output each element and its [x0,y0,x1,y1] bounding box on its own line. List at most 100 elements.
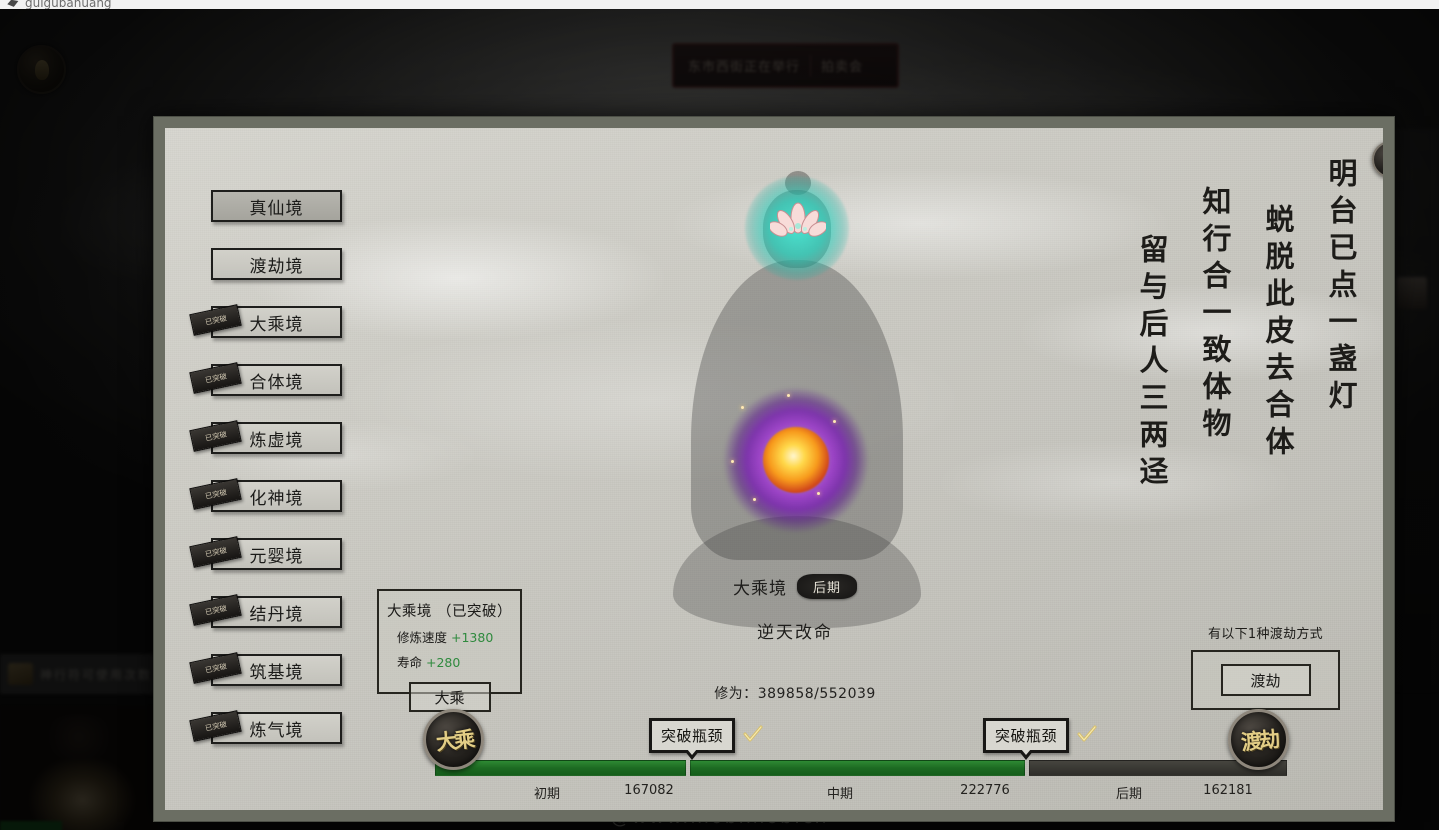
realm-breakthrough-badge: 已突破 [189,420,242,452]
check-icon [1077,725,1097,742]
calligraphy-line-2: 蜕脱此皮去合体 [1261,204,1295,463]
realm-item-dacheng[interactable]: 已突破 大乘境 [189,304,342,338]
realm-item-label: 大乘境 [249,314,304,335]
stage-label-middle: 中期 [826,787,854,802]
check-icon [743,725,763,742]
realm-breakthrough-badge: 已突破 [189,362,242,394]
realm-breakthrough-badge: 已突破 [189,478,242,510]
stage-label-early: 初期 [533,787,561,802]
realm-badge-label: 已突破 [203,661,228,675]
progress-segment-middle [690,760,1025,776]
dantian-spark [753,498,756,501]
close-button[interactable] [1372,141,1383,178]
realm-breakthrough-badge: 已突破 [189,536,242,568]
dantian-spark [731,460,734,463]
realm-badge-label: 已突破 [203,429,228,443]
realm-info-card: 大乘境 （已突破） 修炼速度 +1380 寿命 +280 大乘 [377,589,522,712]
realm-item-label: 渡劫境 [249,256,304,277]
realm-item-zhuji[interactable]: 已突破 筑基境 [189,652,342,686]
screen-root: guigubahuang 东市西街正在举行 拍卖会 神行符可使用次数 @www.… [0,0,1439,830]
realm-item-yuanying[interactable]: 已突破 元婴境 [189,536,342,570]
dacheng-coin-label: 大乘 [434,725,473,755]
calligraphy-line-4: 留与后人三两迳 [1135,234,1169,493]
dantian-spark [741,406,744,409]
stage-label-late: 后期 [1115,787,1143,802]
dantian-spark [817,492,820,495]
dujie-coin-button[interactable]: 渡劫 [1228,709,1289,770]
dujie-coin-label: 渡劫 [1239,725,1278,755]
realm-item-label: 真仙境 [249,198,304,219]
realm-action-button[interactable]: 大乘 [408,682,491,712]
realm-item-label: 筑基境 [249,662,304,683]
realm-list: 真仙境 渡劫境 已突破 大乘境 已突破 合体境 已突破 炼虚境 已突破 化神境 … [189,190,372,770]
fate-title: 逆天改命 [757,623,833,643]
lifespan-value: +280 [426,655,461,670]
cultivation-speed-row: 修炼速度 +1380 [379,627,520,646]
dantian-spark [833,420,836,423]
breakthrough-button-2[interactable]: 突破瓶颈 [983,718,1070,753]
breakthrough-button-1[interactable]: 突破瓶颈 [649,718,736,753]
realm-item-label: 炼气境 [249,720,304,741]
realm-item-heti[interactable]: 已突破 合体境 [189,362,342,396]
calligraphy-line-1: 明台已点一盏灯 [1324,158,1358,417]
tribulation-heading: 有以下1种渡劫方式 [1208,627,1323,642]
breakthrough-callout-1: 突破瓶颈 [649,718,763,753]
realm-breakthrough-badge: 已突破 [189,652,242,684]
cultivation-label: 修为： [714,686,758,702]
tribulation-section: 有以下1种渡劫方式 渡劫 [1178,623,1353,710]
realm-badge-label: 已突破 [203,545,228,559]
lotus-icon [770,202,826,237]
realm-badge-label: 已突破 [203,603,228,617]
realm-item-label: 结丹境 [249,604,304,625]
current-realm-name: 大乘境 [732,579,787,599]
realm-progress-bar[interactable] [435,760,1287,776]
figure-head [763,190,831,268]
window-title: guigubahuang [25,0,112,9]
lotus-glow [745,176,849,280]
realm-item-label: 炼虚境 [249,430,304,451]
lifespan-label: 寿命 [397,655,423,670]
window-titlebar: guigubahuang [0,0,1439,9]
realm-modal: 真仙境 渡劫境 已突破 大乘境 已突破 合体境 已突破 炼虚境 已突破 化神境 … [153,116,1395,822]
figure-body [691,260,903,560]
dantian-spark [787,394,790,397]
breakthrough-callout-2: 突破瓶颈 [983,718,1097,753]
realm-modal-paper: 真仙境 渡劫境 已突破 大乘境 已突破 合体境 已突破 炼虚境 已突破 化神境 … [165,128,1383,810]
progress-bar-labels: 初期 167082 中期 222776 后期 162181 [435,783,1287,805]
realm-item-lianqi[interactable]: 已突破 炼气境 [189,710,342,744]
lifespan-row: 寿命 +280 [379,652,520,671]
app-icon [7,0,19,7]
tribulation-button[interactable]: 渡劫 [1220,664,1311,696]
figure-hair-bun [785,171,811,195]
realm-item-lianxu[interactable]: 已突破 炼虚境 [189,420,342,454]
cultivation-progress-text: 修为：389858/552039 [665,683,925,703]
cultivator-figure [645,148,945,648]
cultivation-value: 389858/552039 [757,686,876,702]
realm-status: 大乘境 后期 逆天改命 [665,574,925,643]
realm-badge-label: 已突破 [203,719,228,733]
realm-item-zhenxian[interactable]: 真仙境 [211,190,342,222]
realm-item-huashen[interactable]: 已突破 化神境 [189,478,342,512]
realm-badge-label: 已突破 [203,313,228,327]
realm-badge-label: 已突破 [203,487,228,501]
threshold-value-middle: 222776 [960,783,1010,798]
realm-item-label: 元婴境 [249,546,304,567]
calligraphy-poem: 明台已点一盏灯 蜕脱此皮去合体 知行合一致体物 留与后人三两迳 [1135,158,1358,493]
stage-badge: 后期 [796,574,857,599]
realm-badge-label: 已突破 [203,371,228,385]
realm-item-label: 合体境 [249,372,304,393]
realm-status-line: 大乘境 后期 [665,574,925,599]
calligraphy-line-3: 知行合一致体物 [1198,186,1232,445]
realm-breakthrough-badge: 已突破 [189,304,242,336]
threshold-value-early: 167082 [624,783,674,798]
dantian-core [763,427,829,493]
cultivation-speed-label: 修炼速度 [397,630,448,645]
realm-item-dujie[interactable]: 渡劫境 [211,248,342,280]
realm-item-jiedan[interactable]: 已突破 结丹境 [189,594,342,628]
dacheng-coin-button[interactable]: 大乘 [423,709,484,770]
realm-item-label: 化神境 [249,488,304,509]
dantian-ring [720,384,872,536]
realm-breakthrough-badge: 已突破 [189,710,242,742]
realm-breakthrough-badge: 已突破 [189,594,242,626]
threshold-value-late: 162181 [1203,783,1253,798]
